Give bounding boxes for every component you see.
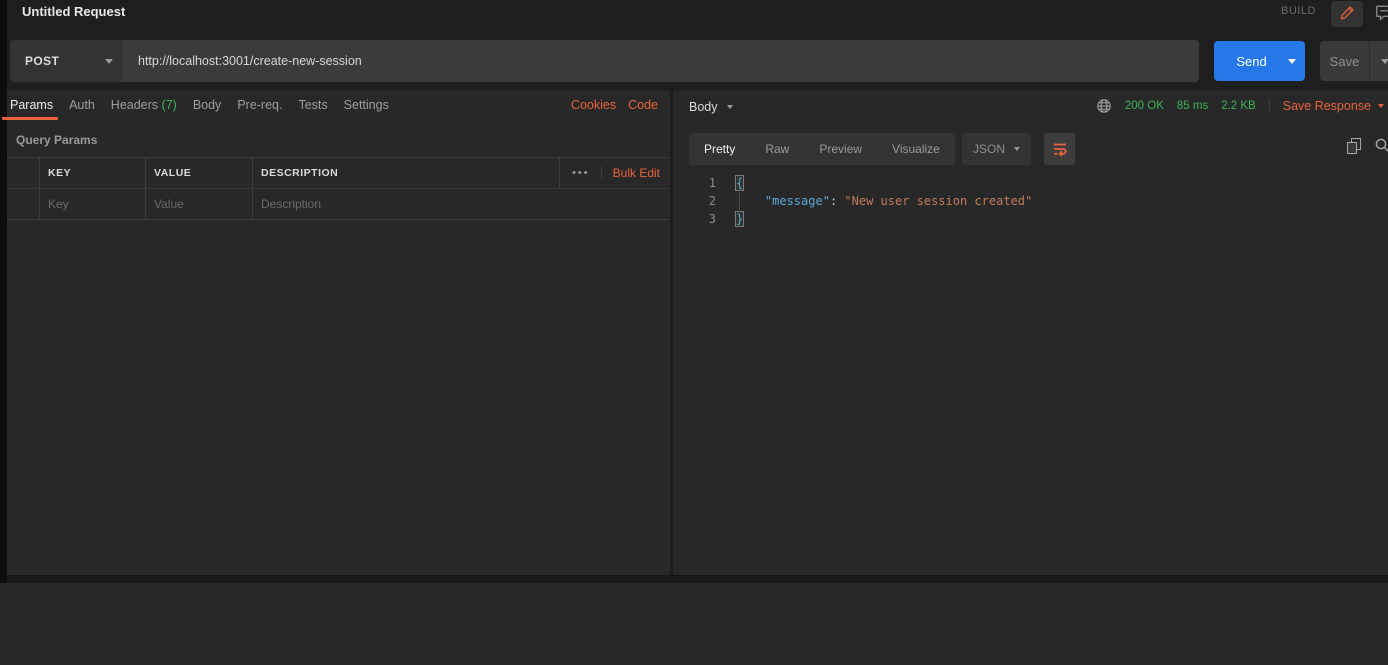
comment-icon <box>1374 3 1388 26</box>
code-line-2: 2 "message": "New user session created" <box>673 192 1388 210</box>
pencil-icon <box>1340 5 1355 23</box>
tab-preview[interactable]: Preview <box>804 133 877 165</box>
table-header-row: KEY VALUE DESCRIPTION ••• Bulk Edit <box>7 158 670 188</box>
panel-divider[interactable] <box>670 90 673 583</box>
save-label: Save <box>1320 54 1369 69</box>
colon-token: : <box>830 194 844 208</box>
code-line-1: 1 { <box>673 174 1388 192</box>
send-label: Send <box>1214 54 1279 69</box>
code-line-3: 3 } <box>673 210 1388 228</box>
table-actions: ••• Bulk Edit <box>560 158 670 188</box>
active-tab-underline <box>2 117 58 120</box>
comment-button[interactable] <box>1371 2 1388 26</box>
format-dropdown[interactable]: JSON <box>962 133 1031 165</box>
query-params-title: Query Params <box>16 133 97 147</box>
copy-button[interactable] <box>1347 138 1363 155</box>
table-row <box>7 188 670 219</box>
wrap-text-button[interactable] <box>1044 133 1075 165</box>
row-select-cell <box>7 189 40 219</box>
method-dropdown[interactable]: POST <box>10 40 122 82</box>
tab-params[interactable]: Params <box>10 98 53 112</box>
indent-guide <box>739 192 740 210</box>
response-meta: 200 OK 85 ms 2.2 KB Save Response <box>1096 98 1384 114</box>
description-column-header: DESCRIPTION <box>261 167 338 179</box>
chevron-down-icon <box>1014 147 1020 151</box>
send-button[interactable]: Send <box>1214 41 1305 81</box>
cookies-code-links: Cookies Code <box>571 90 658 120</box>
wrap-text-icon <box>1052 141 1068 157</box>
url-input[interactable] <box>122 40 1199 82</box>
top-bar: Untitled Request BUILD POST Send Save <box>0 0 1388 90</box>
build-label: BUILD <box>1281 5 1316 17</box>
chevron-down-icon <box>727 105 733 109</box>
tab-raw[interactable]: Raw <box>750 133 804 165</box>
description-input[interactable] <box>261 197 650 211</box>
tab-headers-label: Headers <box>111 98 158 112</box>
chevron-down-icon <box>105 59 113 64</box>
send-options-chevron-icon[interactable] <box>1288 59 1296 64</box>
save-response-label: Save Response <box>1283 99 1371 113</box>
response-body-editor[interactable]: 1 { 2 "message": "New user session creat… <box>673 174 1388 228</box>
postman-app: { "titlebar": { "title": "Untitled Reque… <box>0 0 1388 583</box>
value-input[interactable] <box>154 197 247 211</box>
line-number: 2 <box>673 192 716 210</box>
line-number: 3 <box>673 210 716 228</box>
response-panel: Body 200 OK 85 ms 2.2 KB Save Response P… <box>673 90 1388 575</box>
key-input[interactable] <box>48 197 140 211</box>
response-size: 2.2 KB <box>1221 100 1256 112</box>
value-column-header: VALUE <box>154 167 191 179</box>
response-time: 85 ms <box>1177 100 1208 112</box>
request-panel: Params Auth Headers (7) Body Pre-req. Te… <box>7 90 670 575</box>
line-number: 1 <box>673 174 716 192</box>
headers-count-badge: (7) <box>162 98 177 112</box>
tab-auth[interactable]: Auth <box>69 98 95 112</box>
more-actions-button[interactable]: ••• <box>572 167 590 179</box>
save-options-chevron-icon[interactable] <box>1381 59 1388 64</box>
tab-visualize[interactable]: Visualize <box>877 133 955 165</box>
actions-divider <box>601 166 602 180</box>
method-label: POST <box>10 54 96 68</box>
save-response-button[interactable]: Save Response <box>1283 99 1384 113</box>
cookies-link[interactable]: Cookies <box>571 98 616 112</box>
tab-tests[interactable]: Tests <box>298 98 327 112</box>
tab-headers[interactable]: Headers (7) <box>111 98 177 112</box>
network-globe-icon[interactable] <box>1096 98 1112 114</box>
code-link[interactable]: Code <box>628 98 658 112</box>
sidebar-edge-strip <box>0 0 7 583</box>
response-view-row: Pretty Raw Preview Visualize JSON <box>689 133 955 165</box>
bulk-edit-button[interactable]: Bulk Edit <box>613 166 660 180</box>
open-brace-token: { <box>735 175 744 191</box>
tab-pretty[interactable]: Pretty <box>689 133 750 165</box>
format-label: JSON <box>973 142 1005 156</box>
tab-settings[interactable]: Settings <box>344 98 389 112</box>
response-body-label: Body <box>689 100 718 114</box>
save-button[interactable]: Save <box>1320 41 1388 81</box>
select-column-header <box>7 158 40 188</box>
bottom-status-strip <box>0 575 1388 583</box>
close-brace-token: } <box>735 211 744 227</box>
tab-body[interactable]: Body <box>193 98 222 112</box>
status-badge: 200 OK <box>1125 100 1164 112</box>
view-mode-tabs: Pretty Raw Preview Visualize <box>689 133 955 165</box>
search-icon <box>1374 137 1388 153</box>
key-column-header: KEY <box>48 167 71 179</box>
save-response-chevron-icon <box>1378 104 1384 108</box>
tab-pre-request[interactable]: Pre-req. <box>237 98 282 112</box>
request-title: Untitled Request <box>22 4 125 19</box>
json-key-token: "message" <box>765 194 830 208</box>
search-button[interactable] <box>1374 137 1388 156</box>
response-body-dropdown[interactable]: Body <box>689 100 733 114</box>
meta-divider <box>1269 99 1270 114</box>
edit-button[interactable] <box>1331 1 1363 27</box>
query-params-table: KEY VALUE DESCRIPTION ••• Bulk Edit <box>7 157 670 220</box>
json-string-token: "New user session created" <box>844 194 1032 208</box>
